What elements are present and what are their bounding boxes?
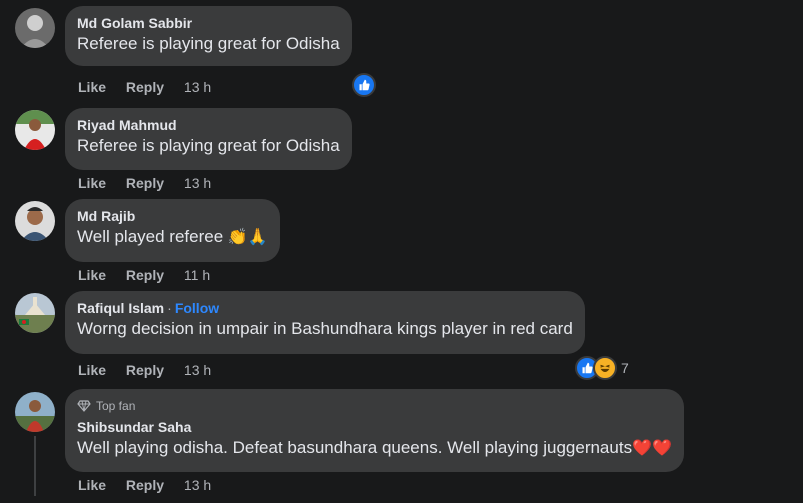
comment-actions: Like Reply 11 h (78, 266, 210, 284)
comment-text: Worng decision in umpair in Bashundhara … (77, 319, 573, 338)
reply-button[interactable]: Reply (126, 477, 164, 493)
like-button[interactable]: Like (78, 267, 106, 283)
comment-timestamp[interactable]: 13 h (184, 477, 211, 493)
comment-bubble: Rafiqul Islam · Follow Worng decision in u… (65, 291, 585, 354)
comment-author[interactable]: Shibsundar Saha (77, 418, 672, 436)
comment-text-body: Well playing odisha. Defeat basundhara q… (77, 438, 633, 457)
haha-reaction-icon (593, 356, 617, 380)
avatar[interactable] (15, 392, 55, 432)
top-fan-label: Top fan (96, 399, 136, 413)
reaction-summary[interactable] (352, 73, 376, 97)
diamond-icon (77, 400, 91, 412)
comment-author-line: Rafiqul Islam · Follow (77, 299, 573, 317)
comment-timestamp[interactable]: 13 h (184, 175, 211, 191)
comment-text: Well played referee 👏🙏 (77, 225, 268, 249)
reaction-count: 7 (621, 360, 629, 376)
emoji-hearts: ❤️❤️ (632, 438, 672, 457)
like-reaction-icon (352, 73, 376, 97)
reply-thread-line (34, 436, 36, 496)
comment-text: Well playing odisha. Defeat basundhara q… (77, 436, 672, 460)
comment-bubble: Top fan Shibsundar Saha Well playing odi… (65, 389, 684, 472)
avatar[interactable] (15, 293, 55, 333)
comment-timestamp[interactable]: 11 h (184, 267, 210, 283)
reply-button[interactable]: Reply (126, 267, 164, 283)
comment-actions: Like Reply 13 h (78, 361, 211, 379)
avatar[interactable] (15, 8, 55, 48)
avatar[interactable] (15, 110, 55, 150)
comment-timestamp[interactable]: 13 h (184, 362, 211, 378)
like-button[interactable]: Like (78, 79, 106, 95)
reply-button[interactable]: Reply (126, 79, 164, 95)
top-fan-badge: Top fan (77, 398, 672, 414)
comment-author[interactable]: Md Golam Sabbir (77, 14, 340, 32)
comment-actions: Like Reply 13 h (78, 476, 211, 494)
comment-text: Referee is playing great for Odisha (77, 136, 340, 155)
comment-text: Referee is playing great for Odisha (77, 34, 340, 53)
comment-bubble: Md Rajib Well played referee 👏🙏 (65, 199, 280, 262)
comment-bubble: Riyad Mahmud Referee is playing great fo… (65, 108, 352, 170)
comment-bubble: Md Golam Sabbir Referee is playing great… (65, 6, 352, 66)
separator-dot: · (167, 300, 172, 316)
like-button[interactable]: Like (78, 175, 106, 191)
reply-button[interactable]: Reply (126, 362, 164, 378)
comment-actions: Like Reply 13 h (78, 78, 211, 96)
like-button[interactable]: Like (78, 362, 106, 378)
comment-timestamp[interactable]: 13 h (184, 79, 211, 95)
follow-button[interactable]: Follow (175, 300, 219, 316)
emoji-clap-pray: 👏🙏 (227, 227, 268, 246)
comment-author[interactable]: Rafiqul Islam (77, 300, 164, 316)
comment-author[interactable]: Md Rajib (77, 207, 268, 225)
comment-text-body: Well played referee (77, 227, 224, 246)
comment-author[interactable]: Riyad Mahmud (77, 116, 340, 134)
comment-actions: Like Reply 13 h (78, 174, 211, 192)
like-button[interactable]: Like (78, 477, 106, 493)
reply-button[interactable]: Reply (126, 175, 164, 191)
reaction-summary[interactable]: 7 (575, 356, 629, 380)
avatar[interactable] (15, 201, 55, 241)
